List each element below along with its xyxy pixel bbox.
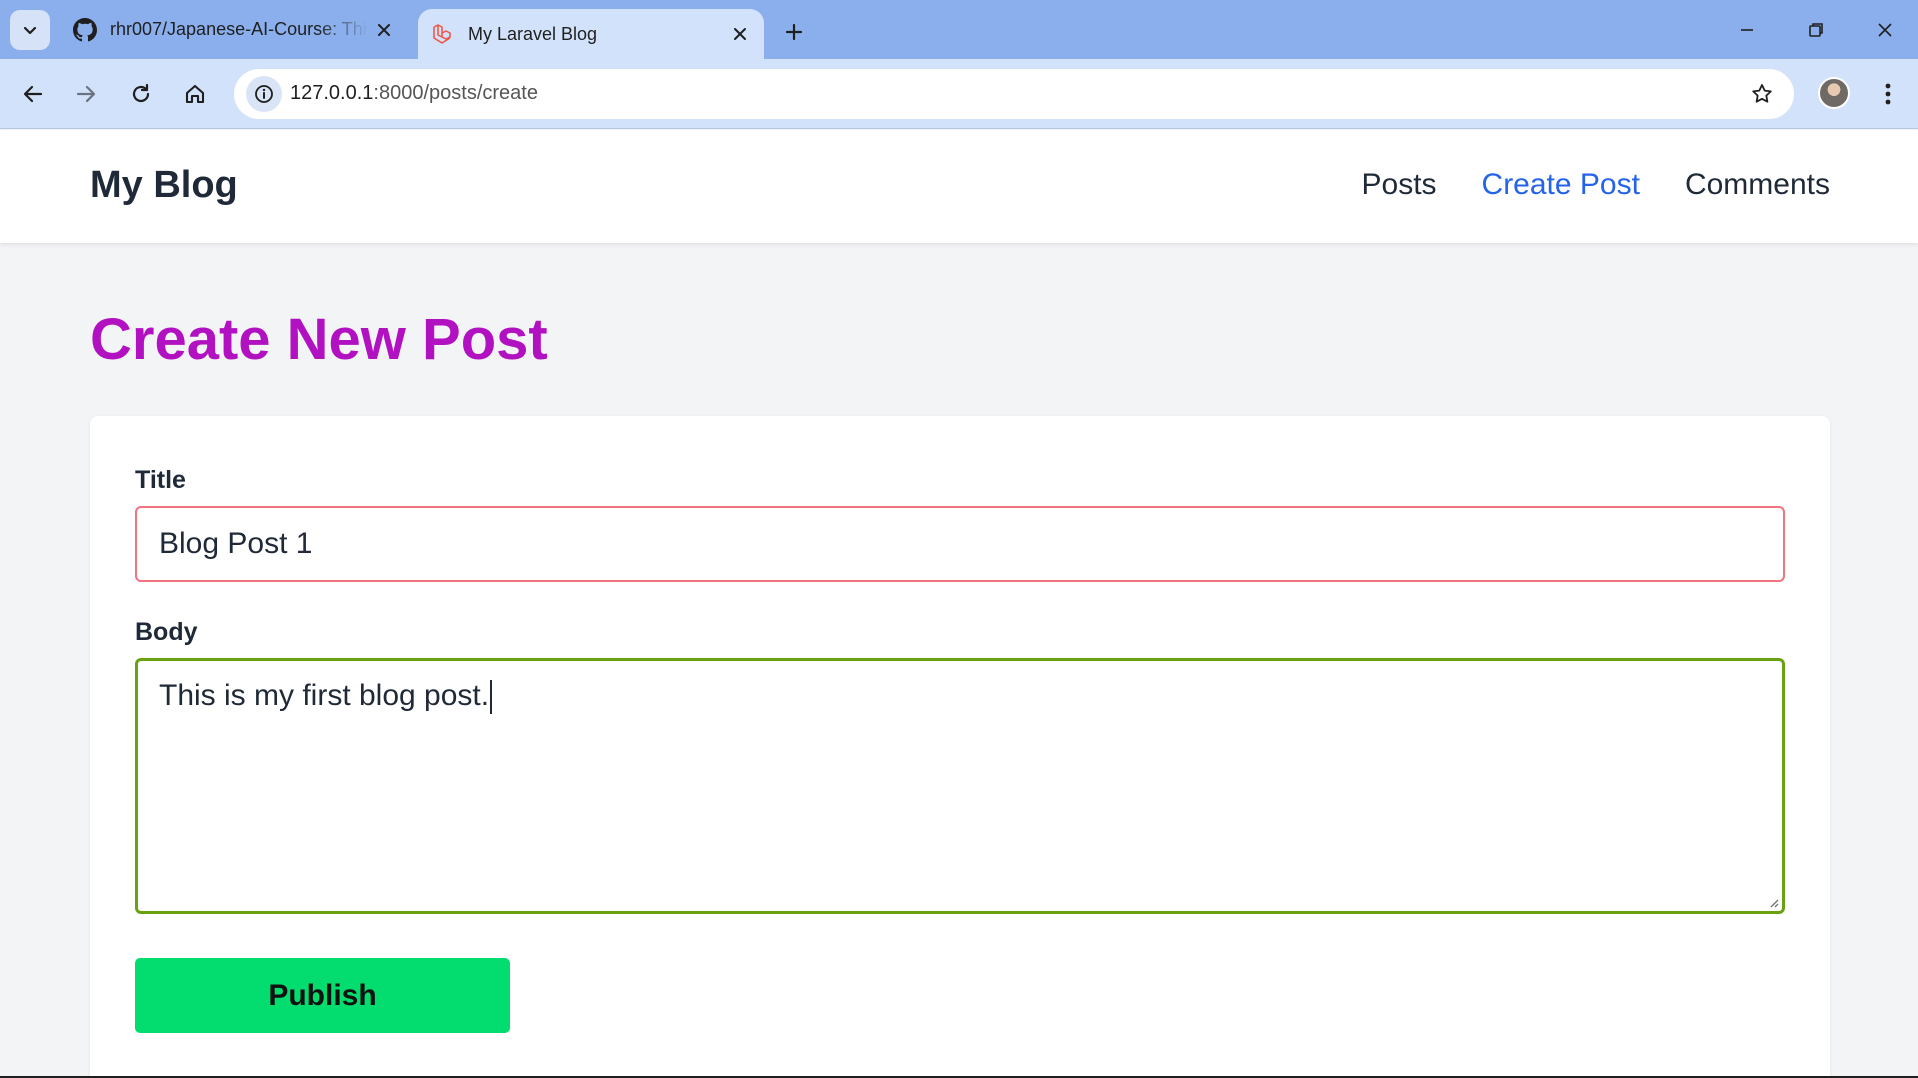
bookmark-star-icon[interactable] bbox=[1748, 80, 1776, 108]
site-nav: Posts Create Post Comments bbox=[1362, 168, 1831, 202]
github-icon bbox=[72, 17, 98, 43]
profile-avatar[interactable] bbox=[1818, 77, 1850, 109]
body-label: Body bbox=[135, 618, 198, 646]
minimize-button[interactable] bbox=[1724, 8, 1770, 52]
laravel-icon bbox=[430, 21, 456, 47]
nav-link-posts[interactable]: Posts bbox=[1362, 168, 1437, 202]
home-button[interactable] bbox=[175, 74, 215, 114]
restore-icon bbox=[1809, 23, 1823, 37]
browser-tab-laravel-blog[interactable]: My Laravel Blog bbox=[418, 9, 764, 59]
url-host: 127.0.0.1 bbox=[290, 82, 374, 104]
resize-handle-icon[interactable] bbox=[1767, 896, 1779, 908]
tab-title: My Laravel Blog bbox=[468, 23, 598, 44]
site-brand[interactable]: My Blog bbox=[90, 164, 238, 207]
browser-menu-button[interactable] bbox=[1870, 76, 1906, 112]
text-caret bbox=[490, 680, 493, 715]
publish-button[interactable]: Publish bbox=[135, 958, 510, 1033]
body-textarea[interactable]: This is my first blog post. bbox=[135, 658, 1785, 914]
close-window-button[interactable] bbox=[1862, 8, 1908, 52]
browser-toolbar: 127.0.0.1:8000/posts/create bbox=[0, 59, 1918, 129]
forward-button[interactable] bbox=[66, 74, 106, 114]
title-label: Title bbox=[135, 466, 186, 494]
body-textarea-value: This is my first blog post. bbox=[159, 679, 490, 712]
nav-link-comments[interactable]: Comments bbox=[1685, 168, 1830, 202]
plus-icon bbox=[785, 23, 803, 41]
restore-button[interactable] bbox=[1793, 8, 1839, 52]
close-icon[interactable] bbox=[724, 18, 756, 50]
nav-link-create-post[interactable]: Create Post bbox=[1482, 168, 1640, 202]
page-content: My Blog Posts Create Post Comments Creat… bbox=[0, 130, 1918, 1078]
url-path: :8000/posts/create bbox=[373, 82, 538, 104]
tab-search-button[interactable] bbox=[10, 10, 50, 50]
reload-button[interactable] bbox=[121, 74, 161, 114]
title-input-value: Blog Post 1 bbox=[159, 527, 313, 560]
close-icon[interactable] bbox=[368, 14, 400, 46]
page-title: Create New Post bbox=[90, 307, 548, 372]
new-tab-button[interactable] bbox=[776, 14, 812, 50]
create-post-form: Title Blog Post 1 Body This is my first … bbox=[90, 416, 1830, 1078]
browser-tab-github[interactable]: rhr007/Japanese-AI-Course: Thi bbox=[58, 0, 408, 59]
title-input[interactable]: Blog Post 1 bbox=[135, 506, 1785, 582]
arrow-right-icon bbox=[76, 85, 96, 103]
site-info-icon[interactable] bbox=[246, 76, 282, 112]
address-bar[interactable]: 127.0.0.1:8000/posts/create bbox=[234, 69, 1794, 119]
arrow-left-icon bbox=[23, 85, 43, 103]
tab-title: rhr007/Japanese-AI-Course: Thi bbox=[110, 19, 367, 39]
reload-icon bbox=[132, 83, 150, 103]
url-text: 127.0.0.1:8000/posts/create bbox=[290, 82, 538, 105]
minimize-icon bbox=[1741, 29, 1753, 31]
chevron-down-icon bbox=[23, 26, 37, 35]
home-icon bbox=[185, 84, 205, 104]
more-vertical-icon bbox=[1885, 83, 1891, 105]
back-button[interactable] bbox=[13, 74, 53, 114]
browser-tab-strip: rhr007/Japanese-AI-Course: Thi My Larave… bbox=[0, 0, 1918, 59]
site-navbar: My Blog Posts Create Post Comments bbox=[0, 130, 1918, 243]
close-icon bbox=[1878, 23, 1892, 37]
